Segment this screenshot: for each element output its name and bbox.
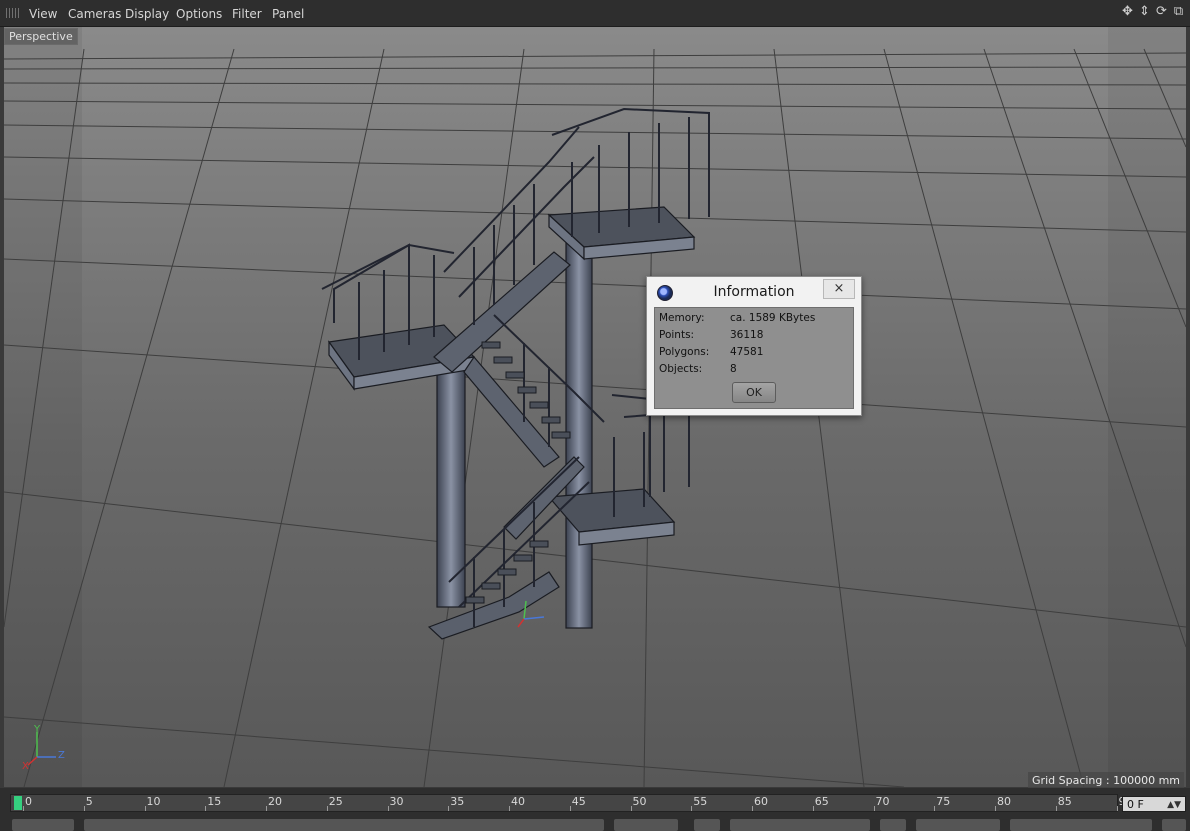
keyframe-controls[interactable] — [1010, 819, 1152, 831]
timeline-tick-label: 30 — [389, 795, 404, 808]
dolly-view-icon[interactable]: ⇕ — [1137, 3, 1152, 21]
info-label: Objects: — [659, 363, 703, 375]
timeline-tick-mark — [205, 806, 207, 811]
menu-display[interactable]: Display — [125, 7, 169, 21]
spinner-arrows-icon[interactable]: ▲▼ — [1167, 797, 1181, 813]
timeline-bar: 051015202530354045505560657075808590 0 F… — [0, 788, 1190, 831]
timeline-tick-label: 15 — [207, 795, 222, 808]
timeline-tick-mark — [569, 806, 571, 811]
record-controls[interactable] — [916, 819, 1000, 831]
grid-spacing-readout: Grid Spacing : 100000 mm — [1028, 772, 1184, 789]
current-frame-value: 0 F — [1127, 798, 1144, 811]
timeline-tick-label: 65 — [814, 795, 829, 808]
timeline-tick-label: 45 — [571, 795, 586, 808]
3d-viewport[interactable]: Y Z X — [4, 27, 1186, 787]
panel-grip-icon[interactable] — [6, 8, 20, 18]
timeline-tick-mark — [752, 806, 753, 811]
timeline-tick-label: 20 — [268, 795, 282, 808]
ok-button[interactable]: OK — [732, 382, 776, 403]
menu-options[interactable]: Options — [176, 7, 222, 21]
timeline-tick-mark — [326, 806, 328, 811]
axis-label-z: Z — [58, 750, 65, 761]
timeline-tick-label: 75 — [936, 795, 951, 808]
timeline-tick-label: 80 — [997, 795, 1011, 808]
viewport-canvas — [4, 27, 1186, 787]
playback-controls[interactable] — [730, 819, 870, 831]
axis-label-x: X — [22, 761, 29, 772]
viewport-camera-label[interactable]: Perspective — [4, 28, 78, 45]
playback-first-icon[interactable] — [694, 819, 720, 831]
timeline-tick-mark — [934, 806, 936, 811]
timeline-tick-mark — [83, 806, 85, 811]
timeline-tick-mark — [691, 806, 693, 811]
timeline-tick-label: 55 — [693, 795, 708, 808]
menu-view[interactable]: View — [29, 7, 57, 21]
dialog-body: Memory: ca. 1589 KBytes Points: 36118 Po… — [654, 307, 854, 409]
toolbar-field-segment[interactable] — [12, 819, 74, 831]
timeline-tick-label: 85 — [1057, 795, 1072, 808]
timeline-tick-mark — [448, 806, 450, 811]
timeline-tick-label: 0 — [25, 795, 32, 808]
toolbar-field-segment[interactable] — [84, 819, 604, 831]
timeline-tick-mark — [266, 806, 267, 811]
info-label: Memory: — [659, 312, 705, 324]
timeline-tick-mark — [387, 806, 389, 811]
info-label: Polygons: — [659, 346, 710, 358]
rotate-view-icon[interactable]: ⟳ — [1154, 3, 1169, 21]
timeline-tick-mark — [23, 806, 24, 811]
timeline-tick-mark — [995, 806, 996, 811]
axis-label-y: Y — [34, 724, 41, 735]
move-view-icon[interactable]: ✥ — [1120, 3, 1135, 21]
info-value: 36118 — [730, 329, 764, 341]
info-label: Points: — [659, 329, 695, 341]
menu-cameras[interactable]: Cameras — [68, 7, 121, 21]
timeline-tick-label: 70 — [875, 795, 890, 808]
close-button[interactable]: × — [823, 279, 855, 299]
timeline-tick-label: 5 — [85, 795, 93, 808]
timeline-tick-mark — [144, 806, 146, 811]
playback-toolbar-strip — [0, 815, 1190, 831]
timeline-tick-mark — [812, 806, 814, 811]
timeline-cursor[interactable] — [14, 796, 22, 810]
information-dialog: Information × Memory: ca. 1589 KBytes Po… — [646, 276, 862, 416]
timeline-tick-mark — [509, 806, 510, 811]
info-value: 8 — [730, 363, 737, 375]
timeline-ruler[interactable]: 051015202530354045505560657075808590 — [10, 794, 1133, 812]
timeline-tick-label: 25 — [328, 795, 343, 808]
timeline-tick-label: 50 — [632, 795, 647, 808]
playback-last-icon[interactable] — [880, 819, 906, 831]
info-value: 47581 — [730, 346, 764, 358]
timeline-tick-label: 10 — [146, 795, 161, 808]
timeline-tick-mark — [873, 806, 875, 811]
timeline-tick-mark — [630, 806, 632, 811]
info-value: ca. 1589 KBytes — [730, 312, 816, 324]
viewport-menu-bar: View Cameras Display Options Filter Pane… — [0, 0, 1190, 27]
timeline-tick-label: 60 — [754, 795, 768, 808]
timeline-tick-label: 35 — [450, 795, 465, 808]
viewport-nav-icons: ✥ ⇕ ⟳ ⧉ — [1120, 3, 1186, 21]
toolbar-field-segment[interactable] — [614, 819, 678, 831]
timeline-tick-mark — [1055, 806, 1057, 811]
timeline-tick-label: 40 — [511, 795, 525, 808]
current-frame-field[interactable]: 0 F ▲▼ — [1122, 796, 1186, 812]
timeline-menu-icon[interactable] — [1162, 819, 1186, 831]
timeline-tick-mark — [1116, 806, 1118, 811]
maximize-view-icon[interactable]: ⧉ — [1171, 3, 1186, 21]
menu-filter[interactable]: Filter — [232, 7, 262, 21]
menu-panel[interactable]: Panel — [272, 7, 304, 21]
